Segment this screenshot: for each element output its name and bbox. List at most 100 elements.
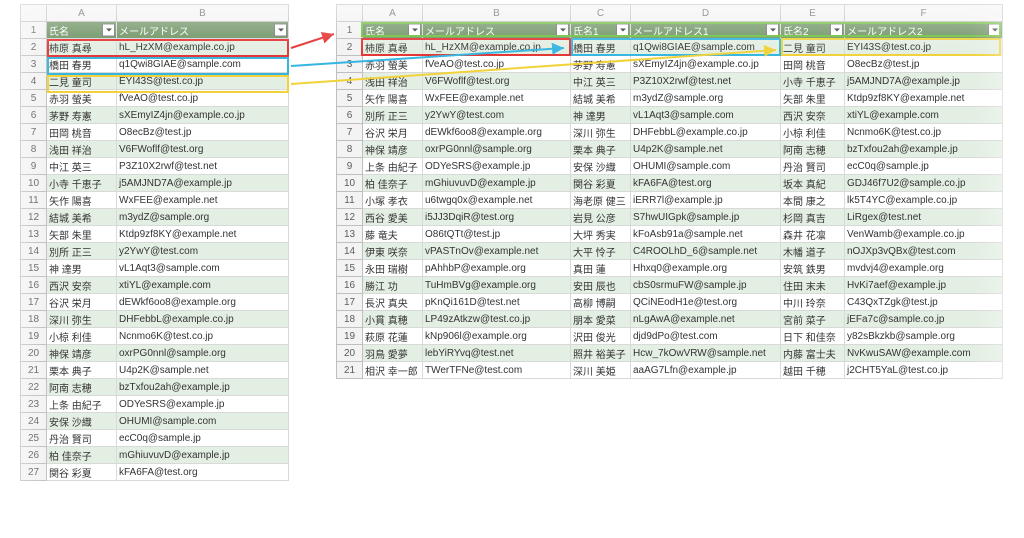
header-cell[interactable]: メールアドレス: [423, 22, 571, 39]
cell[interactable]: 谷沢 栄月: [47, 294, 117, 311]
header-cell[interactable]: メールアドレス2: [845, 22, 1003, 39]
cell[interactable]: 中江 英三: [571, 73, 631, 90]
cell[interactable]: Ncnmo6K@test.co.jp: [117, 328, 289, 345]
cell[interactable]: bzTxfou2ah@example.jp: [117, 379, 289, 396]
cell[interactable]: 茅野 寿憲: [571, 56, 631, 73]
header-cell[interactable]: 氏名: [47, 22, 117, 39]
row-8[interactable]: 8: [337, 141, 363, 158]
cell[interactable]: y82sBkzkb@sample.org: [845, 328, 1003, 345]
cell[interactable]: 関谷 彩夏: [571, 175, 631, 192]
filter-icon[interactable]: [274, 24, 287, 37]
cell[interactable]: xtiYL@example.com: [845, 107, 1003, 124]
cell[interactable]: Ncnmo6K@test.co.jp: [845, 124, 1003, 141]
right-spreadsheet[interactable]: ABCDEF1氏名メールアドレス氏名1メールアドレス1氏名2メールアドレス22柿…: [336, 4, 1003, 379]
cell[interactable]: ODYeSRS@example.jp: [423, 158, 571, 175]
cell[interactable]: 二見 童司: [47, 73, 117, 90]
cell[interactable]: 柿原 真尋: [47, 39, 117, 56]
filter-icon[interactable]: [830, 24, 843, 37]
cell[interactable]: nOJXp3vQBx@test.com: [845, 243, 1003, 260]
cell[interactable]: aaAG7Lfn@example.jp: [631, 362, 781, 379]
cell[interactable]: 小寺 千恵子: [47, 175, 117, 192]
cell[interactable]: dEWkf6oo8@example.org: [423, 124, 571, 141]
cell[interactable]: q1Qwi8GIAE@sample.com: [631, 39, 781, 56]
row-5[interactable]: 5: [21, 90, 47, 107]
cell[interactable]: j2CHT5YaL@test.co.jp: [845, 362, 1003, 379]
row-21[interactable]: 21: [337, 362, 363, 379]
cell[interactable]: 二見 童司: [781, 39, 845, 56]
cell[interactable]: OHUMI@sample.com: [631, 158, 781, 175]
row-13[interactable]: 13: [21, 226, 47, 243]
cell[interactable]: 中川 玲奈: [781, 294, 845, 311]
cell[interactable]: 矢作 陽喜: [363, 90, 423, 107]
row-2[interactable]: 2: [337, 39, 363, 56]
cell[interactable]: 西沢 安奈: [781, 107, 845, 124]
cell[interactable]: bzTxfou2ah@example.jp: [845, 141, 1003, 158]
filter-icon[interactable]: [556, 24, 569, 37]
cell[interactable]: pKnQi161D@test.net: [423, 294, 571, 311]
row-10[interactable]: 10: [21, 175, 47, 192]
cell[interactable]: 羽鳥 愛夢: [363, 345, 423, 362]
cell[interactable]: 越田 千穂: [781, 362, 845, 379]
cell[interactable]: GDJ46f7U2@sample.co.jp: [845, 175, 1003, 192]
cell[interactable]: dEWkf6oo8@example.org: [117, 294, 289, 311]
cell[interactable]: lebYiRYvq@test.net: [423, 345, 571, 362]
cell[interactable]: TuHmBVg@example.org: [423, 277, 571, 294]
cell[interactable]: 柏 佳奈子: [363, 175, 423, 192]
cell[interactable]: kFoAsb91a@sample.net: [631, 226, 781, 243]
cell[interactable]: 照井 裕美子: [571, 345, 631, 362]
cell[interactable]: 住田 末未: [781, 277, 845, 294]
cell[interactable]: 谷沢 栄月: [363, 124, 423, 141]
cell[interactable]: 上条 由紀子: [47, 396, 117, 413]
cell[interactable]: 日下 和佳奈: [781, 328, 845, 345]
row-14[interactable]: 14: [337, 243, 363, 260]
cell[interactable]: vPASTnOv@example.net: [423, 243, 571, 260]
cell[interactable]: WxFEE@example.net: [423, 90, 571, 107]
cell[interactable]: ODYeSRS@example.jp: [117, 396, 289, 413]
cell[interactable]: ecC0q@sample.jp: [117, 430, 289, 447]
cell[interactable]: LiRgex@test.net: [845, 209, 1003, 226]
cell[interactable]: 神 達男: [571, 107, 631, 124]
row-18[interactable]: 18: [21, 311, 47, 328]
cell[interactable]: 永田 瑞樹: [363, 260, 423, 277]
cell[interactable]: 海老原 健三: [571, 192, 631, 209]
cell[interactable]: 栗本 典子: [571, 141, 631, 158]
row-2[interactable]: 2: [21, 39, 47, 56]
cell[interactable]: vL1Aqt3@sample.com: [117, 260, 289, 277]
row-25[interactable]: 25: [21, 430, 47, 447]
row-14[interactable]: 14: [21, 243, 47, 260]
cell[interactable]: ecC0q@sample.jp: [845, 158, 1003, 175]
cell[interactable]: EYI43S@test.co.jp: [845, 39, 1003, 56]
row-1[interactable]: 1: [21, 22, 47, 39]
cell[interactable]: 本間 康之: [781, 192, 845, 209]
cell[interactable]: P3Z10X2rwf@test.net: [631, 73, 781, 90]
cell[interactable]: 中江 英三: [47, 158, 117, 175]
cell[interactable]: 橋田 春男: [571, 39, 631, 56]
cell[interactable]: y2YwY@test.com: [423, 107, 571, 124]
cell[interactable]: xtiYL@example.com: [117, 277, 289, 294]
cell[interactable]: 萩原 花蓮: [363, 328, 423, 345]
cell[interactable]: 栗本 典子: [47, 362, 117, 379]
cell[interactable]: mGhiuvuvD@example.jp: [117, 447, 289, 464]
cell[interactable]: DHFebbL@example.co.jp: [117, 311, 289, 328]
cell[interactable]: 柏 佳奈子: [47, 447, 117, 464]
row-4[interactable]: 4: [337, 73, 363, 90]
row-21[interactable]: 21: [21, 362, 47, 379]
cell[interactable]: C43QxTZgk@test.jp: [845, 294, 1003, 311]
cell[interactable]: j5AMJND7A@example.jp: [117, 175, 289, 192]
cell[interactable]: V6FWoflf@test.org: [423, 73, 571, 90]
cell[interactable]: 朋本 愛菜: [571, 311, 631, 328]
row-8[interactable]: 8: [21, 141, 47, 158]
cell[interactable]: jEFa7c@sample.co.jp: [845, 311, 1003, 328]
cell[interactable]: S7hwUIGpk@sample.jp: [631, 209, 781, 226]
cell[interactable]: Ktdp9zf8KY@example.net: [117, 226, 289, 243]
cell[interactable]: DHFebbL@example.co.jp: [631, 124, 781, 141]
header-cell[interactable]: 氏名1: [571, 22, 631, 39]
row-3[interactable]: 3: [21, 56, 47, 73]
row-1[interactable]: 1: [337, 22, 363, 39]
cell[interactable]: 小貫 真穂: [363, 311, 423, 328]
cell[interactable]: U4p2K@sample.net: [631, 141, 781, 158]
row-11[interactable]: 11: [21, 192, 47, 209]
filter-icon[interactable]: [102, 24, 115, 37]
row-15[interactable]: 15: [21, 260, 47, 277]
cell[interactable]: kFA6FA@test.org: [117, 464, 289, 481]
